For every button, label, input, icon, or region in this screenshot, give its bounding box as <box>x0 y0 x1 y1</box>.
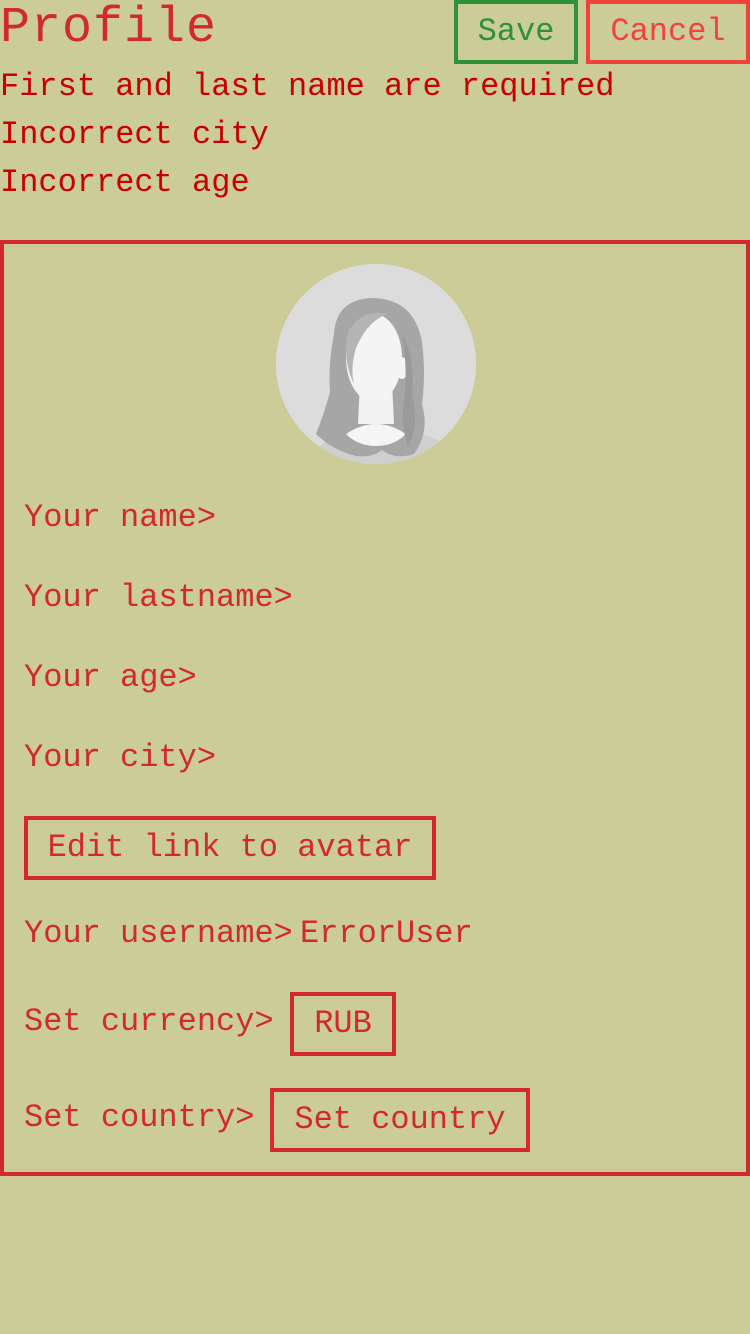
country-select-button[interactable]: Set country <box>270 1088 530 1152</box>
currency-select-button[interactable]: RUB <box>290 992 396 1056</box>
edit-avatar-link-button[interactable]: Edit link to avatar <box>24 816 436 880</box>
profile-card: Your name> Your lastname> Your age> Your… <box>0 240 750 1176</box>
save-button[interactable]: Save <box>454 0 578 64</box>
error-list: First and last name are required Incorre… <box>0 63 615 207</box>
currency-label: Set currency> <box>24 1003 274 1040</box>
avatar <box>276 264 476 464</box>
lastname-field[interactable]: Your lastname> <box>24 578 293 618</box>
error-message: Incorrect age <box>0 164 250 201</box>
country-label: Set country> <box>24 1099 255 1136</box>
username-label: Your username> <box>24 915 293 952</box>
female-avatar-placeholder-icon <box>276 264 476 464</box>
error-message: First and last name are required <box>0 68 615 105</box>
name-field[interactable]: Your name> <box>24 498 216 538</box>
username-value: ErrorUser <box>300 915 473 952</box>
age-field[interactable]: Your age> <box>24 658 197 698</box>
page-title: Profile <box>0 0 218 57</box>
error-message: Incorrect city <box>0 116 269 153</box>
cancel-button[interactable]: Cancel <box>586 0 750 64</box>
city-field[interactable]: Your city> <box>24 738 216 778</box>
